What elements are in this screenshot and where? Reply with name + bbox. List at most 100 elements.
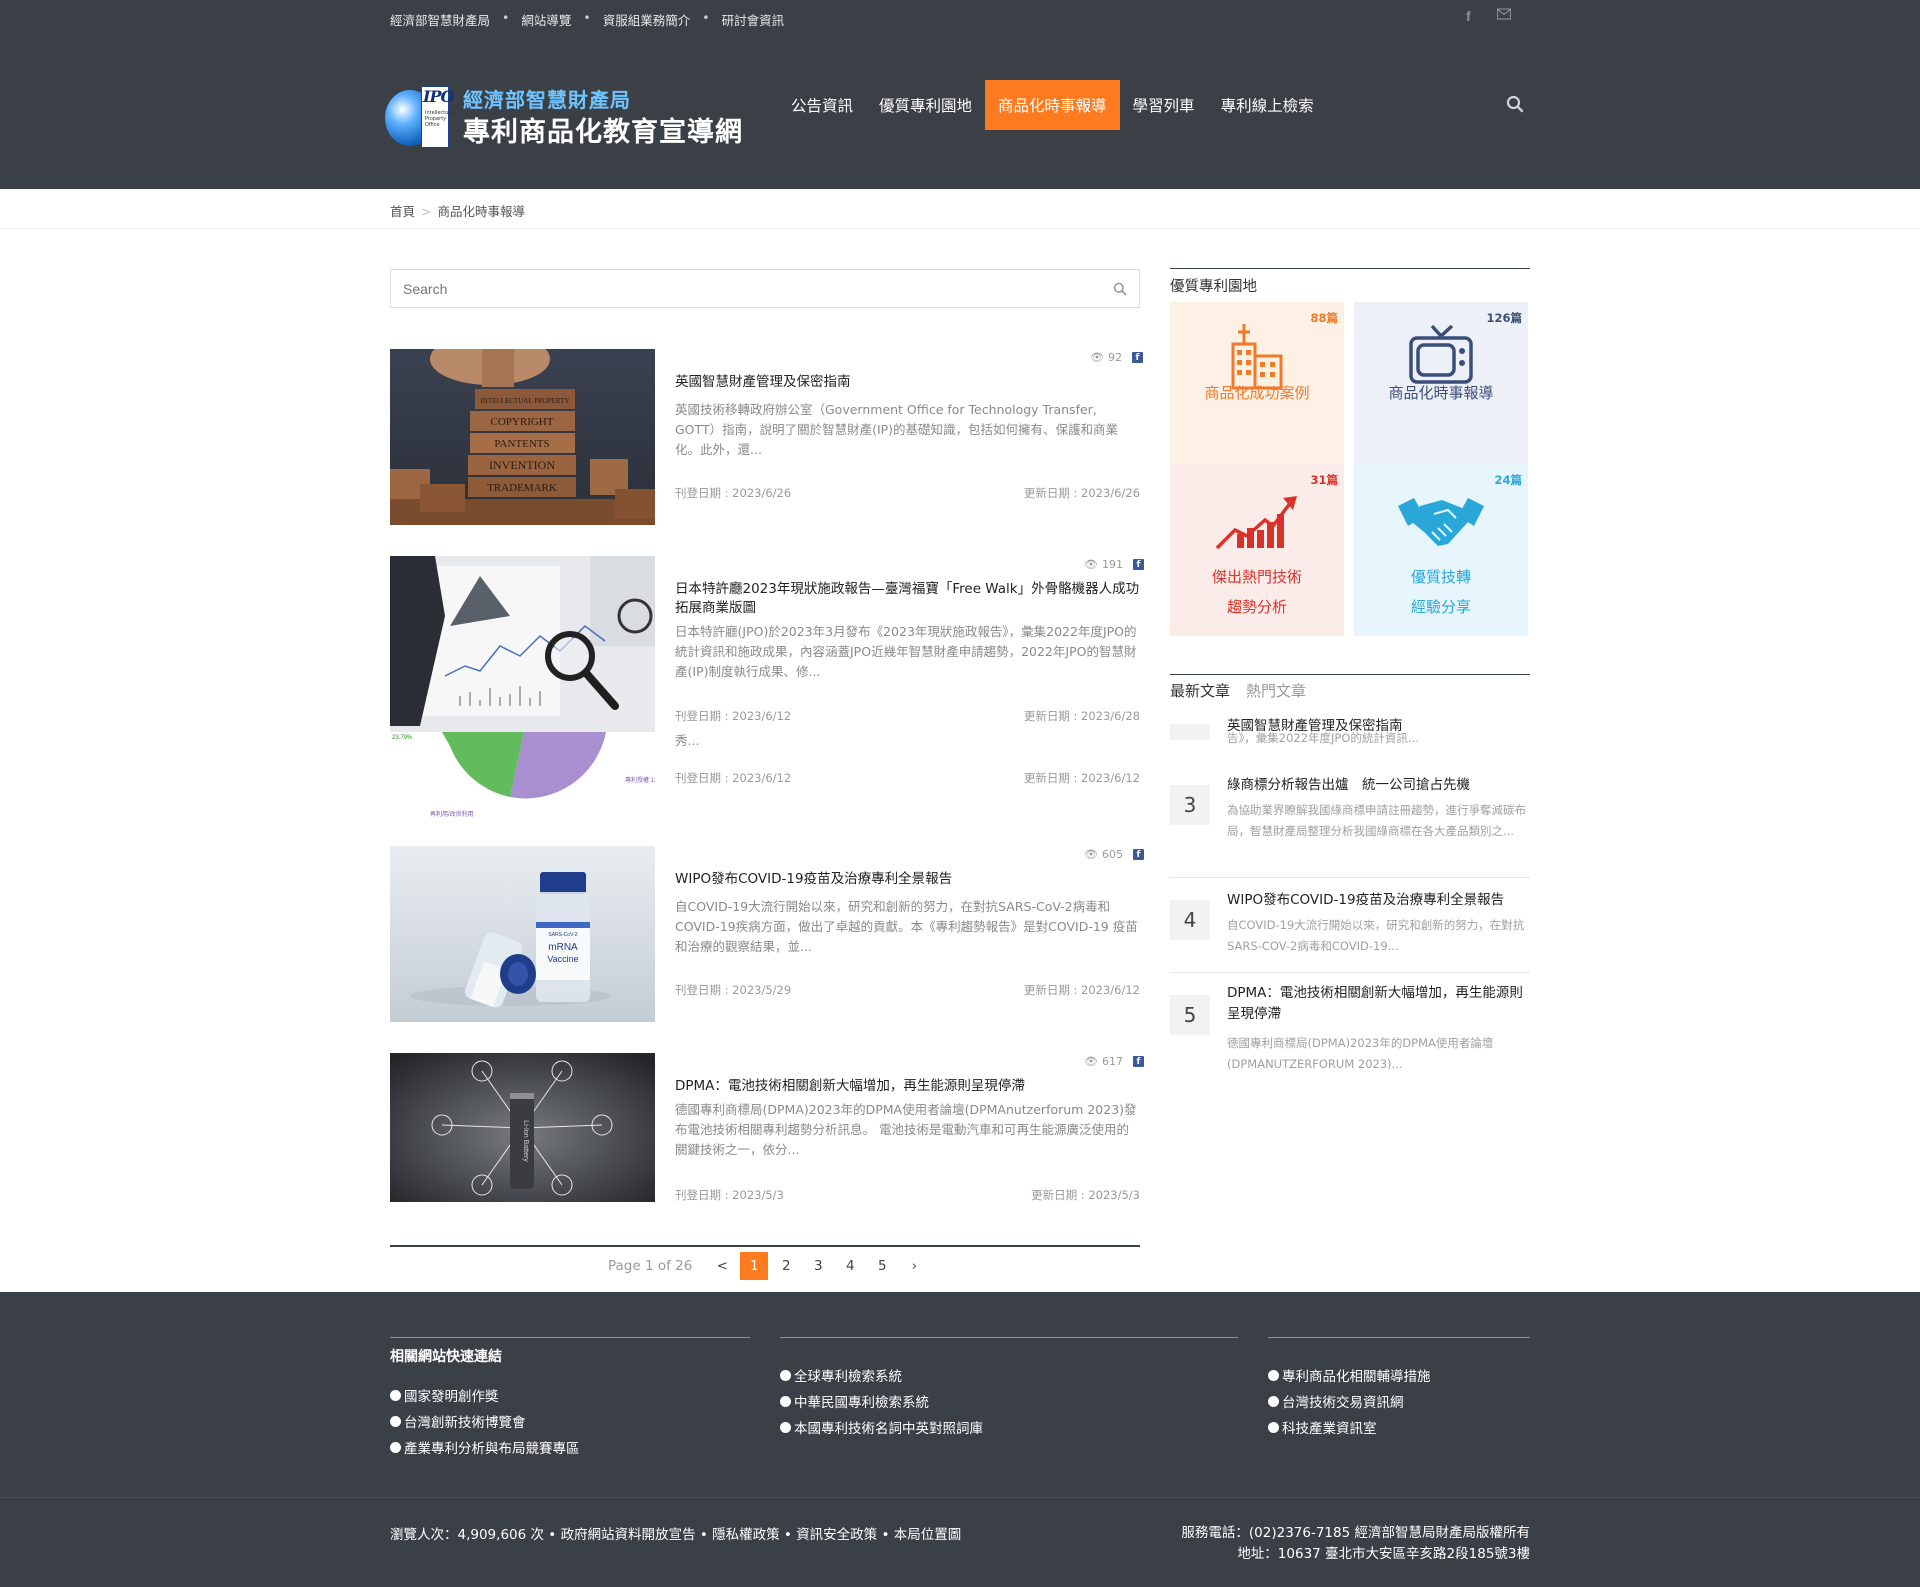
page-button-3[interactable]: 3: [802, 1252, 834, 1280]
article-thumbnail[interactable]: SARS-CoV-2 mRNA Vaccine: [390, 846, 655, 1022]
footer-link[interactable]: 科技產業資訊室: [1268, 1417, 1377, 1437]
article-body: WIPO發布COVID-19疫苗及治療專利全景報告 自COVID-19大流行開始…: [675, 870, 1140, 957]
view-count-value: 605: [1101, 848, 1123, 861]
thumb-word: INTELLECTUAL PROPERTY: [481, 397, 570, 405]
privacy-link[interactable]: 隱私權政策: [712, 1527, 780, 1543]
footer-divider: [390, 1337, 750, 1338]
bullet-icon: [390, 1389, 401, 1401]
footer-link[interactable]: 台灣創新技術博覽會: [390, 1411, 526, 1431]
list-item-title[interactable]: DPMA：電池技術相關創新大幅增加，再生能源則呈現停滯: [1227, 983, 1530, 1025]
eye-icon: 👁: [1084, 848, 1098, 861]
separator-dot: •: [702, 10, 710, 25]
article-title[interactable]: WIPO發布COVID-19疫苗及治療專利全景報告: [675, 870, 1140, 889]
view-count: 👁 617 f: [1084, 1055, 1144, 1068]
footer-link-label[interactable]: 台灣創新技術博覽會: [404, 1411, 526, 1431]
location-map-link[interactable]: 本局位置圖: [894, 1527, 962, 1543]
facebook-share-icon[interactable]: f: [1132, 849, 1144, 860]
page-button-4[interactable]: 4: [834, 1252, 866, 1280]
article-excerpt-overflow: 秀...: [675, 733, 700, 748]
list-item[interactable]: 4 WIPO發布COVID-19疫苗及治療專利全景報告 自COVID-19大流行…: [1170, 890, 1530, 960]
article-thumbnail[interactable]: Li-Ion Battery: [390, 1053, 655, 1202]
next-page-button[interactable]: ›: [898, 1252, 930, 1280]
nav-item-quality-patents[interactable]: 優質專利園地: [866, 80, 985, 130]
security-policy-link[interactable]: 資訊安全政策: [796, 1527, 877, 1543]
facebook-share-icon[interactable]: f: [1131, 352, 1143, 363]
sidebar-divider: [1170, 268, 1530, 269]
top-link-services[interactable]: 資服組業務簡介: [603, 10, 691, 29]
article-title[interactable]: 英國智慧財產管理及保密指南: [675, 373, 1140, 392]
list-item-title[interactable]: 綠商標分析報告出爐 統一公司搶占先機: [1227, 775, 1530, 796]
top-link-seminars[interactable]: 研討會資訊: [722, 10, 785, 29]
list-item[interactable]: 英國智慧財產管理及保密指南 告》，彙集2022年度JPO的統計資訊...: [1170, 716, 1530, 746]
tab-latest[interactable]: 最新文章: [1170, 680, 1230, 701]
article-thumbnail[interactable]: INTELLECTUAL PROPERTY COPYRIGHT PANTENTS…: [390, 349, 655, 525]
tile-hot-tech-trends[interactable]: 31篇 傑出熱門技術 趨勢分析: [1170, 464, 1344, 636]
facebook-icon[interactable]: f: [1466, 8, 1471, 24]
footer-link-label[interactable]: 全球專利檢索系統: [794, 1365, 902, 1385]
footer-link[interactable]: 中華民國專利檢索系統: [780, 1391, 929, 1411]
facebook-share-icon[interactable]: f: [1132, 1056, 1144, 1067]
footer-link[interactable]: 台灣技術交易資訊網: [1268, 1391, 1404, 1411]
prev-page-button[interactable]: <: [706, 1252, 738, 1280]
list-item-desc: 為協助業界瞭解我國綠商標申請註冊趨勢，進行爭奪減碳布局，智慧財產局整理分析我國綠…: [1227, 803, 1526, 838]
page-button-1[interactable]: 1: [740, 1252, 769, 1280]
footer-link-label[interactable]: 國家發明創作獎: [404, 1385, 499, 1405]
nav-item-patent-search[interactable]: 專利線上檢索: [1208, 80, 1327, 130]
tile-tech-transfer[interactable]: 24篇 優質技轉 經驗分享: [1354, 464, 1528, 636]
thumb-word: PANTENTS: [494, 438, 549, 450]
tab-popular[interactable]: 熱門文章: [1246, 680, 1306, 701]
list-item[interactable]: 5 DPMA：電池技術相關創新大幅增加，再生能源則呈現停滯 德國專利商標局(DP…: [1170, 983, 1530, 1073]
breadcrumb: 首頁 > 商品化時事報導: [390, 201, 525, 220]
nav-item-announcements[interactable]: 公告資訊: [778, 80, 866, 130]
top-link-sitemap[interactable]: 網站導覽: [521, 10, 571, 29]
footer-link-label[interactable]: 科技產業資訊室: [1282, 1417, 1377, 1437]
nav-item-learning[interactable]: 學習列車: [1120, 80, 1208, 130]
footer-link[interactable]: 本國專利技術名詞中英對照詞庫: [780, 1417, 983, 1437]
logo-ipo-mark: IPO: [423, 87, 454, 106]
footer-link[interactable]: 全球專利檢索系統: [780, 1365, 902, 1385]
tile-success-cases[interactable]: 88篇 商品化成功案例: [1170, 302, 1344, 474]
footer-stats: 瀏覽人次：4,909,606 次 • 政府網站資料開放宣告 • 隱私權政策 • …: [390, 1527, 962, 1543]
article-title[interactable]: DPMA：電池技術相關創新大幅增加，再生能源則呈現停滯: [675, 1077, 1140, 1096]
list-item[interactable]: 3 綠商標分析報告出爐 統一公司搶占先機 為協助業界瞭解我國綠商標申請註冊趨勢，…: [1170, 775, 1530, 865]
nav-item-commercialization-news[interactable]: 商品化時事報導: [985, 80, 1120, 130]
tile-label: 經驗分享: [1410, 598, 1471, 616]
mail-icon[interactable]: [1496, 8, 1511, 24]
facebook-share-icon[interactable]: f: [1132, 559, 1144, 570]
top-link-tipo[interactable]: 經濟部智慧財產局: [390, 10, 490, 29]
list-divider: [1170, 972, 1530, 973]
footer-link[interactable]: 產業專利分析與布局競賽專區: [390, 1437, 580, 1457]
pagination-divider: [390, 1245, 1140, 1247]
growth-chart-icon: [1215, 496, 1297, 550]
footer-link-label[interactable]: 台灣技術交易資訊網: [1282, 1391, 1404, 1411]
footer-link-label[interactable]: 本國專利技術名詞中英對照詞庫: [794, 1417, 983, 1437]
search-icon[interactable]: [1113, 282, 1127, 296]
thumb-word: mRNA: [548, 942, 578, 953]
footer-heading: 相關網站快速連結: [390, 1349, 502, 1365]
article-title[interactable]: 日本特許廳2023年現狀施政報告—臺灣福寶「Free Walk」外骨骼機器人成功…: [675, 580, 1140, 618]
open-data-link[interactable]: 政府網站資料開放宣告: [561, 1527, 696, 1543]
tile-label: 商品化成功案例: [1204, 384, 1310, 402]
breadcrumb-home[interactable]: 首頁: [390, 204, 415, 219]
tile-commercialization-news[interactable]: 126篇 商品化時事報導: [1354, 302, 1528, 474]
page-button-5[interactable]: 5: [866, 1252, 898, 1280]
pie-label: 專利授權 11.48%: [625, 776, 655, 784]
article-item: 23.79% 專利授權 11.48% 再利用/改良利用 👁191 f 日本特許廳2…: [390, 556, 1144, 820]
rank-number: 5: [1170, 995, 1210, 1035]
footer-link-label[interactable]: 中華民國專利檢索系統: [794, 1391, 929, 1411]
search-input[interactable]: [391, 270, 1139, 307]
site-logo[interactable]: IPO Intellectual Property Office 經濟部智慧財產…: [385, 80, 765, 154]
thumb-word: TRADEMARK: [487, 482, 557, 494]
article-thumbnail[interactable]: 23.79% 專利授權 11.48% 再利用/改良利用: [390, 556, 655, 820]
footer-link[interactable]: 專利商品化相關輔導措施: [1268, 1365, 1431, 1385]
footer-link[interactable]: 國家發明創作獎: [390, 1385, 499, 1405]
list-item-desc: 自COVID-19大流行開始以來，研究和創新的努力，在對抗SARS-COV-2病…: [1227, 918, 1525, 953]
list-item-title[interactable]: WIPO發布COVID-19疫苗及治療專利全景報告: [1227, 890, 1530, 911]
footer-link-label[interactable]: 專利商品化相關輔導措施: [1282, 1365, 1431, 1385]
article-excerpt: 英國技術移轉政府辦公室（Government Office for Techno…: [675, 402, 1119, 457]
rank-number: [1170, 724, 1210, 740]
article-excerpt: 德國專利商標局(DPMA)2023年的DPMA使用者論壇(DPMAnutzerf…: [675, 1102, 1137, 1157]
search-icon[interactable]: [1506, 95, 1526, 115]
page-button-2[interactable]: 2: [770, 1252, 802, 1280]
footer-link-label[interactable]: 產業專利分析與布局競賽專區: [404, 1437, 580, 1457]
